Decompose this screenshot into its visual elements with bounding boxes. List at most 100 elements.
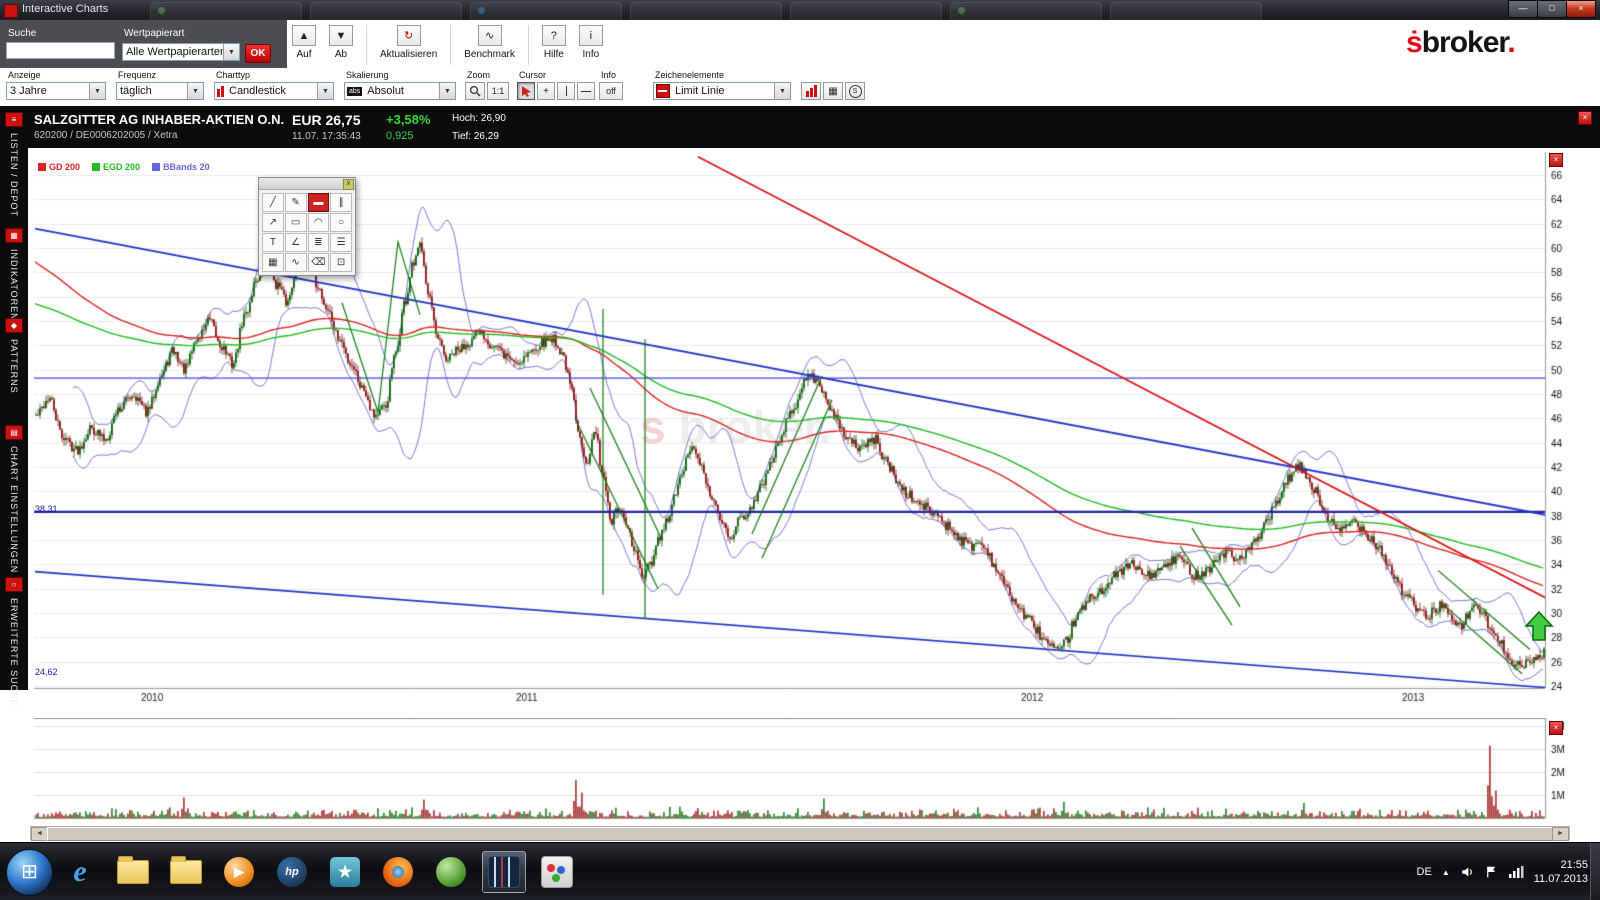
charttyp-select[interactable]: Candlestick▼ — [214, 82, 334, 100]
info-toggle-button[interactable]: off — [599, 82, 623, 100]
background-window-tab[interactable] — [1110, 2, 1262, 20]
ab-icon: ▼ — [329, 25, 353, 46]
interactive-charts-app-icon[interactable] — [482, 851, 526, 893]
window-title: Interactive Charts — [22, 3, 108, 15]
windows-explorer-icon[interactable] — [111, 851, 155, 893]
arc-tool[interactable]: ◠ — [308, 213, 330, 232]
info-button[interactable]: iInfo — [579, 25, 603, 60]
scroll-left-button[interactable]: ◄ — [31, 827, 48, 841]
palette-close-icon[interactable]: x — [343, 179, 354, 190]
anzeige-select[interactable]: 3 Jahre▼ — [6, 82, 106, 100]
scrollbar-thumb[interactable] — [47, 827, 1553, 841]
cursor-arrow-button[interactable] — [517, 82, 535, 100]
action-center-flag-icon[interactable] — [1485, 865, 1498, 879]
chevron-down-icon[interactable]: ▼ — [223, 44, 239, 60]
favorites-app-icon[interactable]: ★ — [323, 851, 367, 893]
skalierung-select[interactable]: abs Absolut▼ — [344, 82, 456, 100]
cursor-hline-button[interactable] — [577, 82, 595, 100]
ellipse-tool[interactable]: ○ — [330, 213, 352, 232]
palette-title-bar[interactable]: x — [259, 178, 355, 190]
draw-settings-button[interactable]: S — [845, 82, 865, 100]
media-player-icon[interactable]: ▶ — [217, 851, 261, 893]
ab-button[interactable]: ▼Ab — [329, 25, 353, 60]
sidebar-item-patterns[interactable]: ◆PATTERNS — [0, 318, 28, 394]
frequenz-select[interactable]: täglich▼ — [116, 82, 204, 100]
angle-tool[interactable]: ∠ — [285, 233, 307, 252]
chevron-down-icon[interactable]: ▼ — [774, 83, 790, 99]
horizontal-scrollbar[interactable]: ◄ ► — [30, 826, 1570, 840]
sidebar-item-erweiterte-suche[interactable]: ○ERWEITERTE SUCHE — [0, 577, 28, 707]
sidebar-item-listen-depot[interactable]: ≡LISTEN / DEPOT — [0, 112, 28, 217]
pencil-tool[interactable]: ✎ — [285, 193, 307, 212]
zoom-lens-button[interactable] — [465, 82, 485, 100]
internet-explorer-icon[interactable]: e — [58, 851, 102, 893]
limit-line-tool[interactable]: ▬ — [308, 193, 330, 212]
sidebar-item-chart-einstellungen[interactable]: ▤CHART EINSTELLUNGEN — [0, 425, 28, 573]
chevron-down-icon[interactable]: ▼ — [317, 83, 333, 99]
close-price-pane-icon[interactable]: × — [1549, 153, 1563, 167]
start-button[interactable]: ⊞ — [6, 849, 53, 896]
background-window-tab[interactable] — [630, 2, 782, 20]
fibonacci-tool[interactable]: ≣ — [308, 233, 330, 252]
file-folder-icon[interactable] — [164, 851, 208, 893]
background-window-tab[interactable] — [470, 2, 622, 20]
button-label: Benchmark — [464, 49, 515, 60]
trend-arrow-tool[interactable]: ↗ — [262, 213, 284, 232]
draw-columns-button[interactable] — [801, 82, 821, 100]
benchmark-icon: ∿ — [478, 25, 502, 46]
grid-tool[interactable]: ▦ — [262, 253, 284, 272]
toolbar-separator — [528, 25, 529, 65]
cursor-crosshair-button[interactable]: + — [537, 82, 555, 100]
draw-grid-button[interactable]: ▦ — [823, 82, 843, 100]
vertical-lines-tool[interactable]: ☰ — [330, 233, 352, 252]
freehand-tool[interactable]: ∿ — [285, 253, 307, 272]
background-window-tab[interactable] — [310, 2, 462, 20]
hilfe-button[interactable]: ?Hilfe — [542, 25, 566, 60]
chart-einstellungen-icon: ▤ — [5, 425, 23, 440]
background-window-tab[interactable] — [790, 2, 942, 20]
maximize-button[interactable]: □ — [1537, 0, 1567, 18]
drawing-tools-palette[interactable]: x ╱✎▬∥ ↗▭◠○ T∠≣☰ ▦∿⌫⊡ — [258, 177, 356, 276]
aktualisieren-icon: ↻ — [397, 25, 421, 46]
scroll-right-button[interactable]: ► — [1552, 827, 1569, 841]
taskbar-clock[interactable]: 21:55 11.07.2013 — [1534, 858, 1588, 886]
close-volume-pane-icon[interactable]: × — [1549, 721, 1563, 735]
chevron-down-icon[interactable]: ▼ — [439, 83, 455, 99]
wertpapierart-select[interactable]: Alle Wertpapierarten ▼ — [122, 43, 240, 61]
zeichenelemente-select[interactable]: Limit Linie▼ — [653, 82, 791, 100]
aktualisieren-button[interactable]: ↻Aktualisieren — [380, 25, 437, 60]
cursor-vline-button[interactable] — [557, 82, 575, 100]
text-tool[interactable]: T — [262, 233, 284, 252]
parallel-lines-tool[interactable]: ∥ — [330, 193, 352, 212]
zoom-area-tool[interactable]: ⊡ — [330, 253, 352, 272]
volume-chart-canvas[interactable] — [30, 718, 1570, 822]
legend-swatch — [152, 163, 160, 171]
paint-app-icon[interactable] — [535, 851, 579, 893]
green-app-icon[interactable] — [429, 851, 473, 893]
auf-button[interactable]: ▲Auf — [292, 25, 316, 60]
background-window-tab[interactable] — [950, 2, 1102, 20]
chevron-down-icon[interactable]: ▼ — [89, 83, 105, 99]
rectangle-tool[interactable]: ▭ — [285, 213, 307, 232]
chart-legend: GD 200EGD 200BBands 20 — [38, 162, 210, 172]
close-view-icon[interactable]: × — [1578, 111, 1592, 125]
background-window-tab[interactable] — [150, 2, 302, 20]
hp-app-icon[interactable]: hp — [270, 851, 314, 893]
network-icon[interactable] — [1508, 865, 1524, 879]
tray-expand-icon[interactable]: ▲ — [1442, 868, 1450, 877]
show-desktop-button[interactable] — [1590, 843, 1600, 900]
search-input[interactable] — [6, 42, 115, 59]
zoom-1-1-button[interactable]: 1:1 — [487, 82, 509, 100]
language-indicator[interactable]: DE — [1417, 866, 1432, 878]
minimize-button[interactable]: — — [1508, 0, 1538, 18]
candlestick-icon — [217, 86, 224, 97]
eraser-tool[interactable]: ⌫ — [308, 253, 330, 272]
firefox-icon[interactable] — [376, 851, 420, 893]
chevron-down-icon[interactable]: ▼ — [187, 83, 203, 99]
close-button[interactable]: × — [1566, 0, 1596, 18]
ok-button[interactable]: OK — [245, 44, 271, 63]
line-tool[interactable]: ╱ — [262, 193, 284, 212]
sidebar-item-indikatoren[interactable]: ▦INDIKATOREN — [0, 228, 28, 321]
benchmark-button[interactable]: ∿ Benchmark — [464, 25, 515, 60]
speaker-icon[interactable] — [1460, 865, 1475, 879]
